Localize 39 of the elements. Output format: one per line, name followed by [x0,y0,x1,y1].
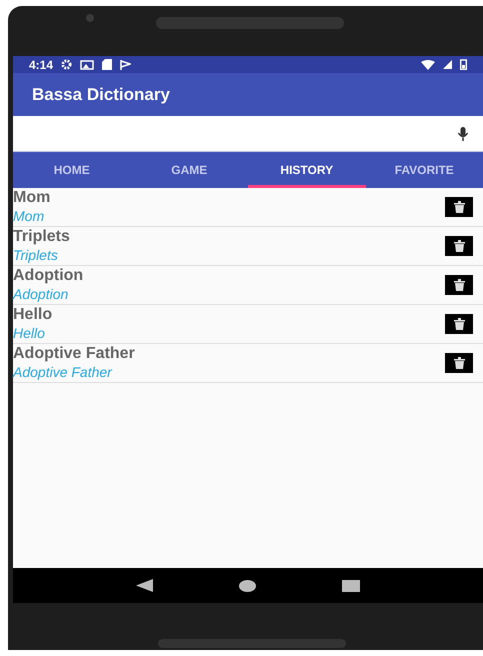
delete-button[interactable] [445,275,473,295]
photo-icon [80,60,94,70]
app-title: Bassa Dictionary [32,84,170,106]
battery-icon [460,59,467,70]
tab[interactable]: HOME [13,152,130,188]
delete-button[interactable] [445,314,473,334]
delete-button[interactable] [445,197,473,217]
delete-button[interactable] [445,236,473,256]
translation: Triplets [13,246,58,265]
signal-icon [443,60,452,69]
tab[interactable]: GAME [130,152,248,188]
trash-icon [454,279,464,291]
sd-card-icon [102,59,112,70]
translation: Mom [13,207,44,226]
flag-icon [120,60,132,70]
wifi-icon [421,60,435,70]
translation: Hello [13,324,45,343]
trash-icon [454,240,464,252]
home-icon[interactable] [239,580,256,592]
word: Mom [13,188,50,207]
search-field[interactable] [13,116,483,152]
tab[interactable]: FAVORITE [366,152,483,188]
trash-icon [454,201,464,213]
camera-icon [86,14,94,22]
word: Adoptive Father [13,344,135,363]
translation: Adoptive Father [13,363,112,382]
delete-button[interactable] [445,353,473,373]
tab[interactable]: HISTORY [248,152,366,188]
translation: Adoption [13,285,68,304]
word: Hello [13,305,52,324]
clock-time: 4:14 [29,56,54,74]
word: Triplets [13,227,70,246]
back-icon[interactable] [136,579,153,592]
word: Adoption [13,266,84,285]
trash-icon [454,318,464,330]
recents-icon[interactable] [342,580,360,592]
trash-icon [454,357,464,369]
microphone-icon[interactable] [457,126,469,142]
settings-icon [61,59,72,70]
